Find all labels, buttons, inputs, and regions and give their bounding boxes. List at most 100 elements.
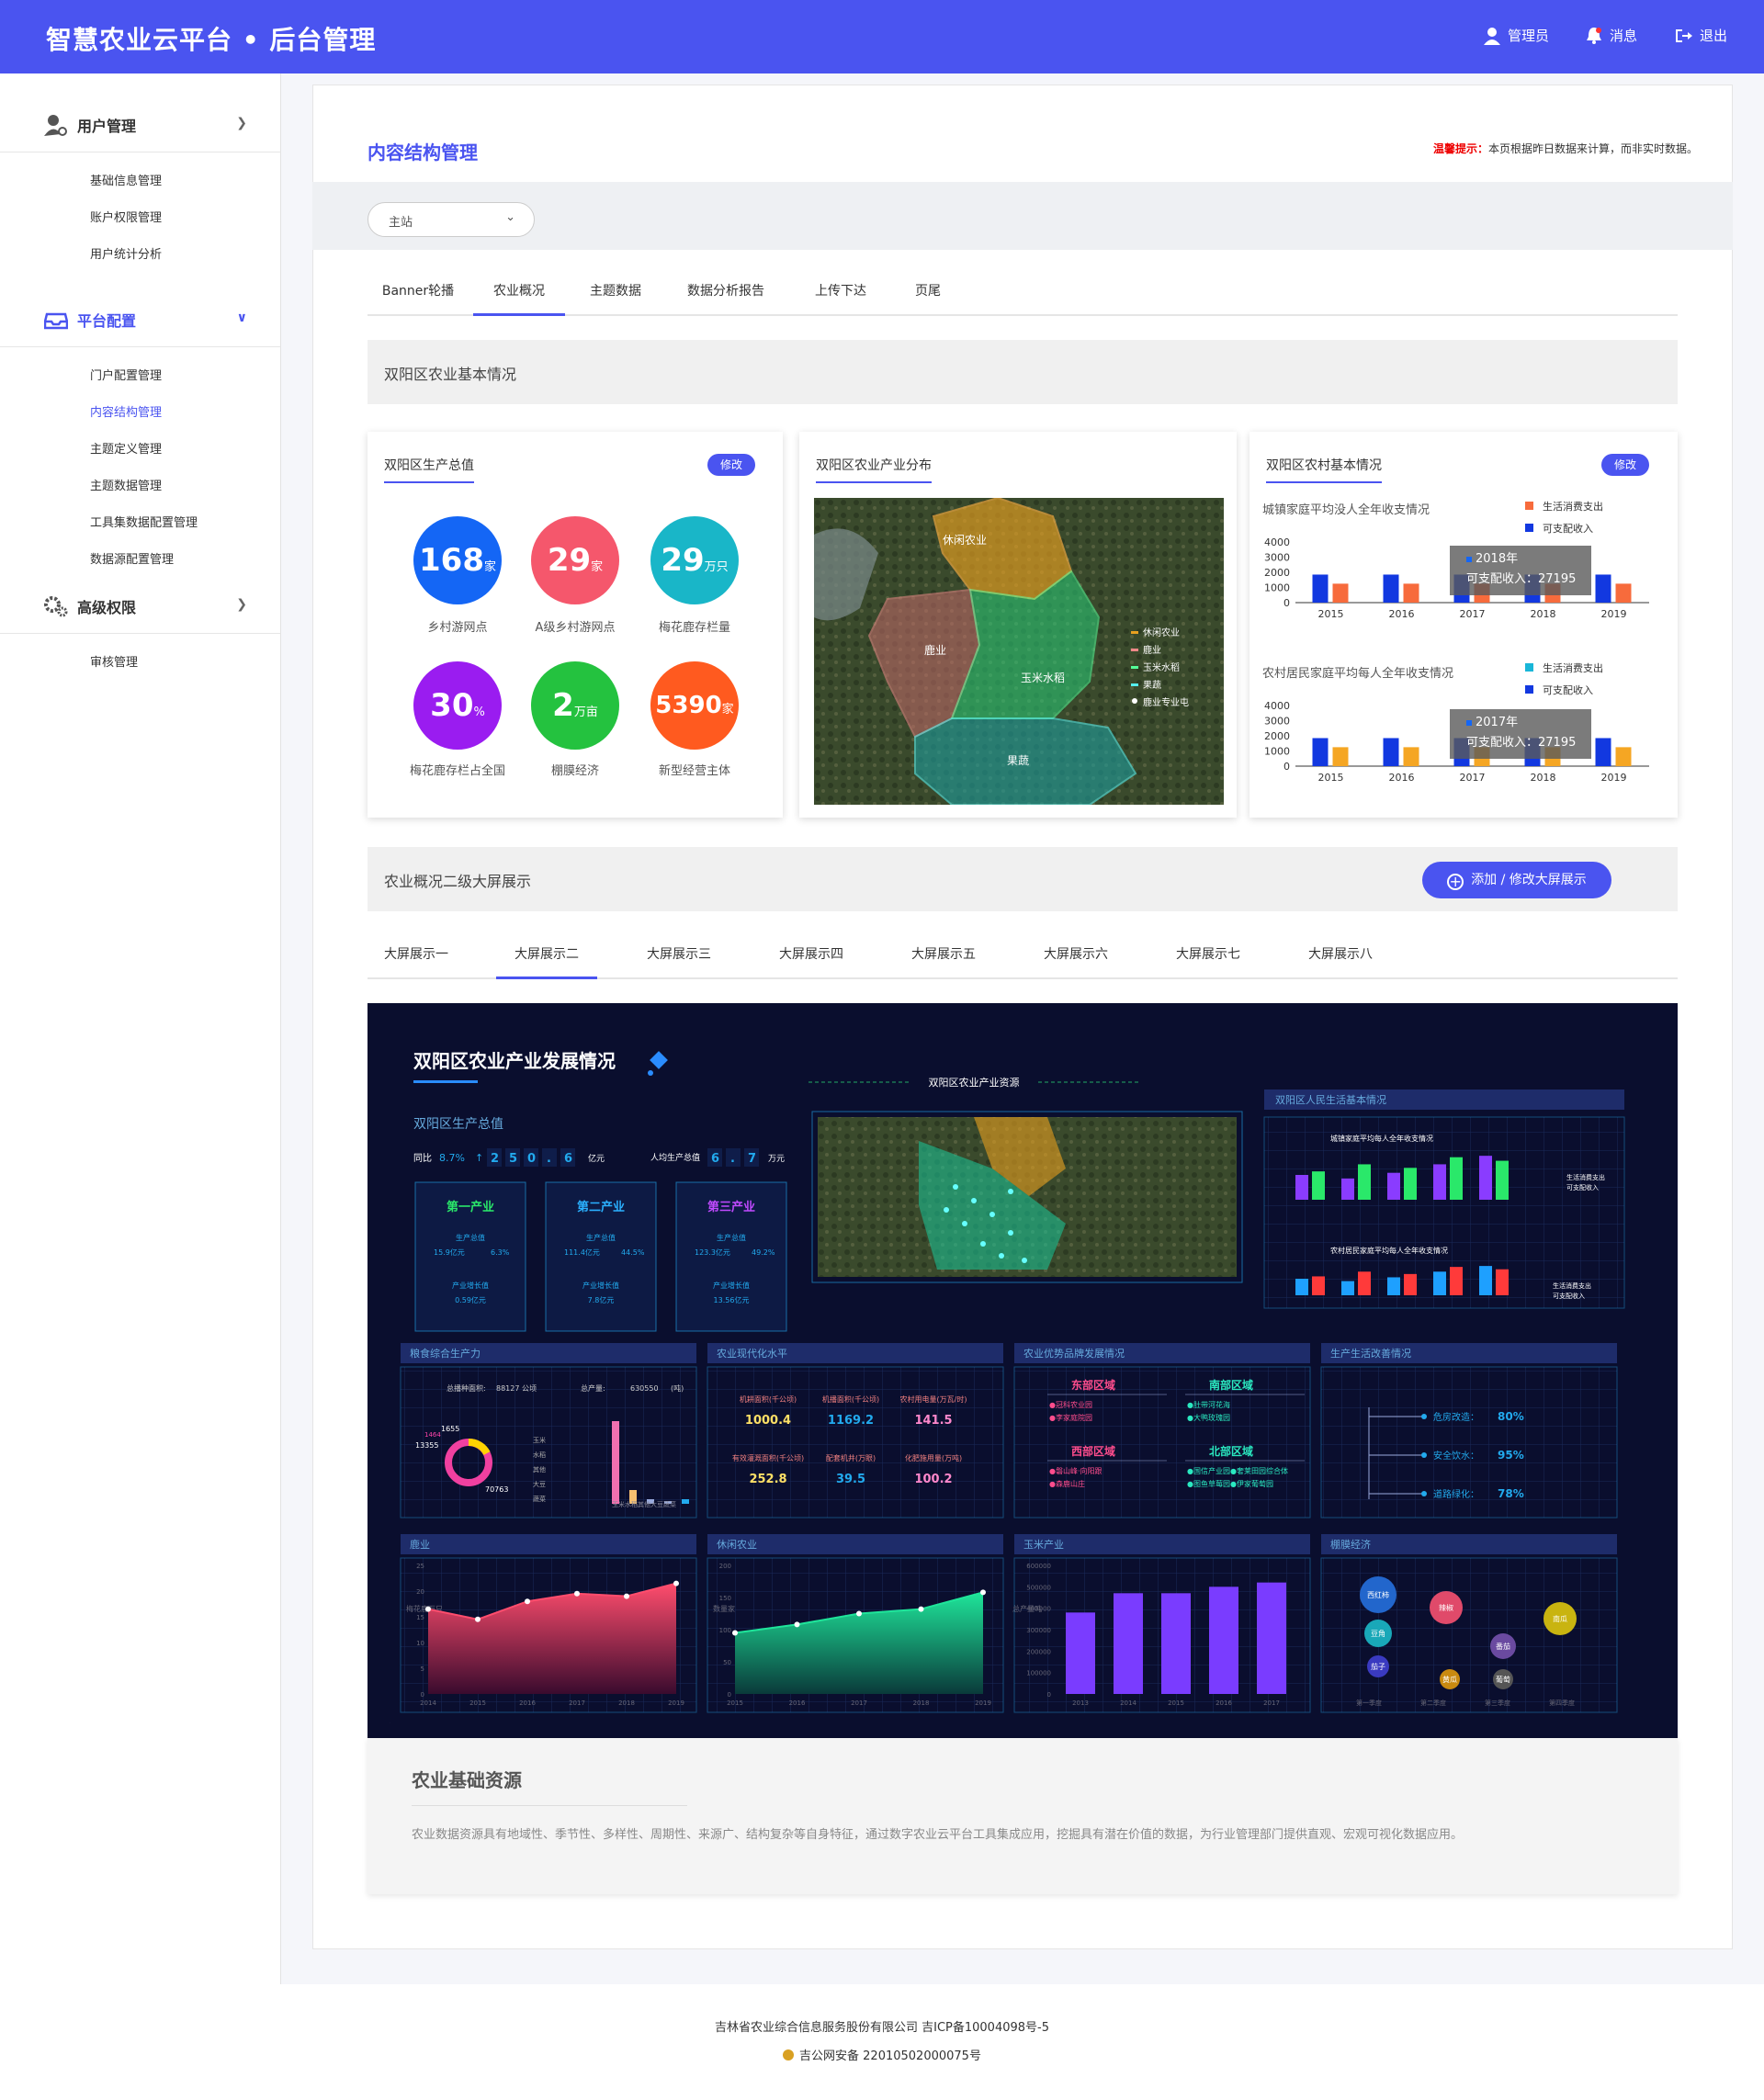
sidebar-item[interactable]: 数据源配置管理 [0,542,280,579]
data-point[interactable] [574,1590,580,1597]
tab-screen-1[interactable]: 大屏展示一 [368,931,465,979]
data-point[interactable] [918,1606,924,1612]
data-point[interactable] [856,1610,862,1617]
sidebar-item-active[interactable]: 内容结构管理 [0,395,280,432]
bar-expense[interactable] [1332,583,1349,603]
tab-analysis-report[interactable]: 数据分析报告 [666,268,786,316]
data-point[interactable] [673,1580,679,1586]
sidebar-item[interactable]: 工具集数据配置管理 [0,505,280,542]
life-bar [1496,1269,1509,1295]
gdp-digit: 2 [491,1152,499,1166]
satellite-map: 休闲农业 鹿业 玉米水稻 果蔬 休闲农业 鹿业 玉米水稻 果蔬 鹿业专业屯 [814,498,1224,805]
y-axis-label: 总产量吨 [1012,1604,1042,1613]
tab-topic-data[interactable]: 主题数据 [565,268,666,316]
sidebar-item[interactable]: 账户权限管理 [0,200,280,237]
sidebar-group-label: 高级权限 [77,598,137,616]
data-point[interactable] [525,1598,530,1605]
industry-box[interactable]: 第一产业生产总值 15.9亿元 6.3% 产业增长值 0.59亿元 [414,1181,526,1332]
stat-label: 棚膜经济 [550,764,599,778]
x-tick-label: 第四季度 [1549,1699,1575,1707]
corn-bar[interactable] [1161,1593,1191,1694]
tab-upload[interactable]: 上传下达 [786,268,896,316]
dashboard-preview[interactable]: 双阳区农业产业发展情况 双阳区生产总值 同比 8.7% ↑ 2 5 0 . 6 … [368,1003,1678,1738]
life-bar [1341,1178,1354,1200]
corn-bar[interactable] [1257,1582,1286,1694]
add-screen-button[interactable]: + 添加 / 修改大屏展示 [1422,862,1611,898]
sidebar-item[interactable]: 门户配置管理 [0,358,280,395]
life-bar [1450,1267,1463,1295]
bar-income[interactable] [1383,574,1399,603]
bar-expense[interactable] [1615,747,1632,766]
bar-income[interactable] [1312,738,1329,766]
message-link[interactable]: 消息 [1586,26,1637,45]
x-tick-label: 2014 [420,1699,436,1707]
tab-screen-4[interactable]: 大屏展示四 [761,931,862,979]
brand-item: ●森鹿山庄 [1049,1479,1085,1488]
tab-banner[interactable]: Banner轮播 [368,268,469,316]
tooltip-text: 可支配收入：27195 [1466,572,1577,586]
bar-income[interactable] [1312,574,1329,603]
panel-title: 鹿业 [410,1538,430,1551]
stat-circle: 29万只 [650,516,739,604]
edit-button[interactable]: 修改 [707,454,755,476]
y-tick-label: 4000 [1264,536,1290,548]
sidebar-item[interactable]: 主题定义管理 [0,432,280,469]
industry-percent: 49.2% [752,1248,775,1257]
industry-box[interactable]: 第三产业生产总值 123.3亿元 49.2% 产业增长值 13.56亿元 [675,1181,787,1332]
data-point[interactable] [732,1630,738,1636]
industry-box[interactable]: 第二产业生产总值 111.4亿元 44.5% 产业增长值 7.8亿元 [545,1181,657,1332]
bar-expense[interactable] [1332,747,1349,766]
industry-map[interactable]: 休闲农业 鹿业 玉米水稻 果蔬 休闲农业 鹿业 玉米水稻 果蔬 鹿业专业屯 [814,498,1224,805]
y-tick-label: 300000 [1026,1627,1051,1634]
bar-expense[interactable] [1403,583,1419,603]
y-tick-label: 2000 [1264,730,1290,742]
tab-screen-5[interactable]: 大屏展示五 [893,931,994,979]
bar-income[interactable] [1595,738,1611,766]
data-point[interactable] [794,1621,800,1628]
sidebar-group-user[interactable]: 用户管理 ❯ [0,97,280,152]
bar-income[interactable] [1383,738,1399,766]
logout-link[interactable]: 退出 [1674,26,1727,45]
section-basic-header: 双阳区农业基本情况 [368,340,1678,404]
map-legend-item: 果蔬 [1143,680,1161,691]
map-legend-item: 玉米水稻 [1143,661,1180,673]
map-region-label: 休闲农业 [943,534,987,547]
stat-label: 梅花鹿存栏占全国 [409,764,505,778]
corn-bar[interactable] [1209,1586,1238,1694]
data-point[interactable] [624,1593,629,1599]
sidebar-item[interactable]: 主题数据管理 [0,469,280,505]
bubble-label: 西红柿 [1367,1590,1389,1599]
site-select[interactable]: 主站 ⌄ [368,202,535,237]
dashboard-canvas: 双阳区农业产业发展情况 双阳区生产总值 同比 8.7% ↑ 2 5 0 . 6 … [390,1050,1625,1724]
life-bar [1358,1164,1371,1200]
data-point[interactable] [425,1606,431,1612]
data-point[interactable] [980,1589,986,1596]
brand-item: ●肚带河花海 [1187,1400,1230,1409]
edit-button[interactable]: 修改 [1601,454,1649,476]
gdp-digit: 6 [564,1152,572,1166]
admin-link[interactable]: 管理员 [1483,26,1549,45]
sidebar-item[interactable]: 基础信息管理 [0,164,280,200]
tab-screen-6[interactable]: 大屏展示六 [1025,931,1126,979]
sidebar-item[interactable]: 用户统计分析 [0,237,280,274]
bar-income[interactable] [1595,574,1611,603]
bar-expense[interactable] [1403,747,1419,766]
corn-bar[interactable] [1066,1612,1095,1694]
tab-screen-2[interactable]: 大屏展示二 [496,931,597,979]
tab-footer[interactable]: 页尾 [896,268,960,316]
life-bar [1404,1273,1417,1295]
tab-overview[interactable]: 农业概况 [473,268,565,316]
tab-screen-3[interactable]: 大屏展示三 [628,931,729,979]
stat-label: 乡村游网点 [427,621,488,635]
grain-bar-labels: 玉米水稻其他大豆蔬菜 [612,1500,676,1508]
brand-region: 北部区域 [1209,1444,1253,1458]
tab-screen-7[interactable]: 大屏展示七 [1158,931,1259,979]
card-title: 双阳区农村基本情况 [1266,456,1382,483]
corn-bar[interactable] [1114,1593,1143,1694]
bar-expense[interactable] [1615,583,1632,603]
sidebar-group-platform[interactable]: 平台配置 ∨ [0,292,280,347]
data-point[interactable] [475,1616,481,1622]
sidebar-group-advanced[interactable]: 高级权限 ❯ [0,579,280,634]
sidebar-item[interactable]: 审核管理 [0,645,280,682]
tab-screen-8[interactable]: 大屏展示八 [1290,931,1391,979]
